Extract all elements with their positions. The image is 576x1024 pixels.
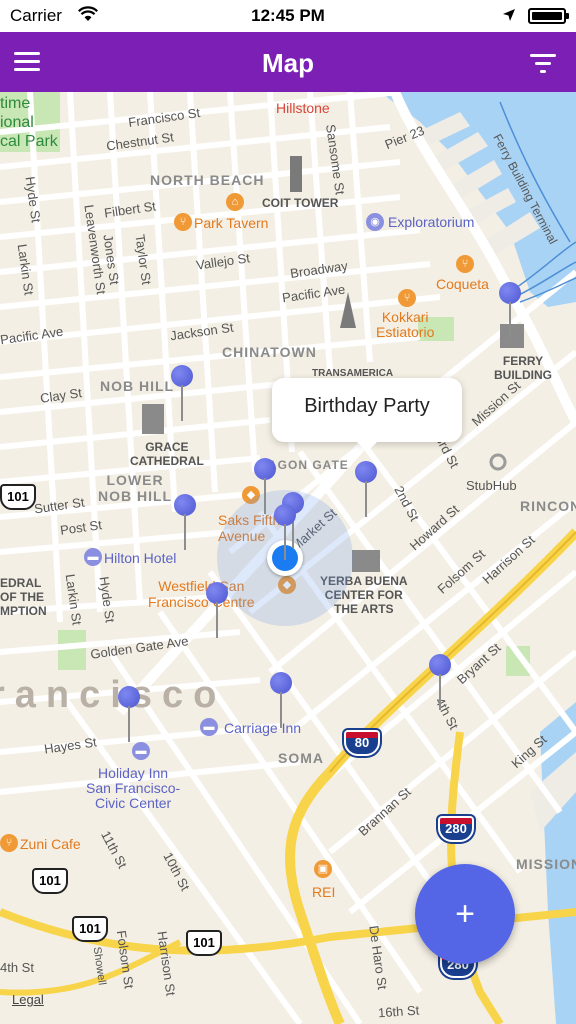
event-pin[interactable] bbox=[429, 654, 451, 710]
hilton-hotel-label: Hilton Hotel bbox=[104, 550, 177, 566]
park-tavern-label: Park Tavern bbox=[194, 215, 269, 231]
district-mission: MISSION bbox=[516, 856, 576, 872]
hilton-hotel-icon[interactable]: ▬ bbox=[84, 548, 102, 566]
district-north-beach: NORTH BEACH bbox=[150, 172, 265, 188]
legal-link[interactable]: Legal bbox=[12, 992, 44, 1007]
event-pin[interactable] bbox=[254, 458, 276, 514]
exploratorium-label: Exploratorium bbox=[388, 214, 475, 230]
event-pin[interactable] bbox=[355, 461, 377, 517]
park-label-text: time ional cal Park bbox=[0, 95, 58, 150]
filter-icon[interactable] bbox=[530, 52, 558, 76]
hillstone-label: Hillstone bbox=[276, 100, 330, 116]
event-pin[interactable] bbox=[174, 494, 196, 550]
page-title: Map bbox=[262, 48, 314, 78]
event-pin[interactable] bbox=[171, 365, 193, 421]
rei-icon[interactable]: ▣ bbox=[314, 860, 332, 878]
zuni-cafe-icon[interactable]: ⑂ bbox=[0, 834, 18, 852]
district-soma: SOMA bbox=[278, 750, 324, 766]
event-pin[interactable] bbox=[270, 672, 292, 728]
event-callout[interactable]: Birthday Party bbox=[272, 378, 462, 452]
district-lower-nob-hill: LOWER NOB HILL bbox=[98, 472, 173, 504]
coit-tower-icon: ⌂ bbox=[226, 193, 244, 211]
nav-bar: Map bbox=[0, 32, 576, 92]
ferry-building-label: FERRY BUILDING bbox=[494, 354, 552, 382]
location-arrow-icon bbox=[503, 9, 515, 21]
us101-shield-icon: 101 bbox=[72, 916, 108, 942]
app-root: Carrier 12:45 PM Map time ional cal Park… bbox=[0, 0, 576, 1024]
i80-shield-icon: 80 bbox=[344, 730, 380, 756]
rei-label: REI bbox=[312, 884, 336, 900]
status-time: 12:45 PM bbox=[251, 6, 325, 25]
battery-icon bbox=[528, 8, 569, 24]
coqueta-icon[interactable]: ⑂ bbox=[456, 255, 474, 273]
dragon-gate-label: AGON GATE bbox=[268, 458, 349, 472]
holiday-inn-label: Holiday Inn San Francisco- Civic Center bbox=[86, 765, 181, 811]
coqueta-label: Coqueta bbox=[436, 276, 489, 292]
us101-shield-icon: 101 bbox=[32, 868, 68, 894]
grace-cathedral-label: GRACE CATHEDRAL bbox=[130, 440, 204, 468]
street-fourth-low: 4th St bbox=[0, 960, 34, 975]
stubhub-label: StubHub bbox=[466, 478, 517, 493]
coit-tower-label: COIT TOWER bbox=[262, 196, 339, 210]
event-pin[interactable] bbox=[118, 686, 140, 742]
exploratorium-pin-icon[interactable]: ◉ bbox=[366, 213, 384, 231]
kokkari-label: Kokkari Estiatorio bbox=[376, 309, 435, 340]
district-nob-hill: NOB HILL bbox=[100, 378, 175, 394]
add-event-button[interactable]: + bbox=[415, 864, 515, 964]
street-sixteenth: 16th St bbox=[377, 1002, 420, 1021]
district-city-label: rancisco bbox=[0, 674, 227, 716]
kokkari-icon[interactable]: ⑂ bbox=[398, 289, 416, 307]
district-chinatown: CHINATOWN bbox=[222, 344, 317, 360]
holiday-inn-icon[interactable]: ▬ bbox=[132, 742, 150, 760]
event-pin[interactable] bbox=[499, 282, 521, 338]
status-bar: Carrier 12:45 PM bbox=[0, 0, 576, 32]
carriage-inn-icon[interactable]: ▬ bbox=[200, 718, 218, 736]
district-rincon: RINCON bbox=[520, 498, 576, 514]
us101-shield-icon: 101 bbox=[186, 930, 222, 956]
zuni-cafe-label: Zuni Cafe bbox=[20, 836, 81, 852]
event-pin[interactable] bbox=[274, 504, 296, 560]
park-label: time ional cal Park bbox=[0, 94, 58, 151]
event-pin[interactable] bbox=[206, 582, 228, 638]
park-tavern-icon[interactable]: ⑂ bbox=[174, 213, 192, 231]
i280-shield-icon: 280 bbox=[438, 816, 474, 842]
cathedral-assumption-label: EDRAL OF THE MPTION bbox=[0, 576, 47, 618]
us101-shield-icon: 101 bbox=[0, 484, 36, 510]
